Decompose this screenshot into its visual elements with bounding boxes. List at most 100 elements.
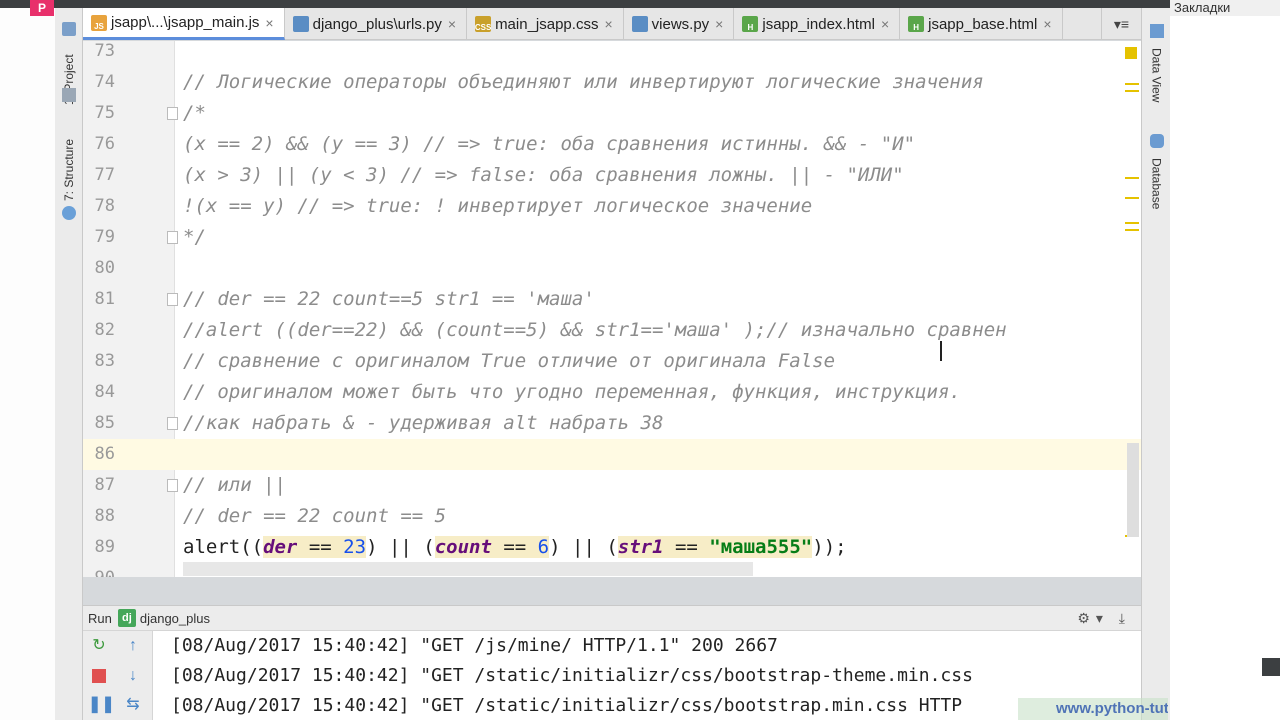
right-tool-stripe: Data View Database <box>1141 8 1170 720</box>
structure-tool-button[interactable]: 7: Structure <box>55 130 83 210</box>
line-number: 79 <box>94 227 115 247</box>
code-line[interactable]: 87 // или || <box>83 470 1141 501</box>
python-file-icon <box>631 16 648 32</box>
line-number: 81 <box>94 289 115 309</box>
tab-label: jsapp_index.html <box>762 15 875 33</box>
tabs-overflow-icon[interactable]: ▾≡ <box>1101 8 1141 40</box>
settings-icon[interactable]: ⚙▾ ⤓ <box>1077 610 1131 627</box>
code-line[interactable]: 80 <box>83 253 1141 284</box>
line-number: 87 <box>94 475 115 495</box>
line-number: 74 <box>94 72 115 92</box>
fold-marker-icon[interactable] <box>167 293 178 306</box>
fold-marker-icon[interactable] <box>167 107 178 120</box>
code-line[interactable]: 83 // сравнение с оригиналом True отличие… <box>83 346 1141 377</box>
code-token: == <box>491 536 538 558</box>
project-icon[interactable] <box>62 22 76 36</box>
tab-label: jsapp\...\jsapp_main.js <box>111 14 260 31</box>
warning-marker[interactable] <box>1125 197 1139 199</box>
bookmarks-label[interactable]: Закладки <box>1170 0 1280 16</box>
code-token: count <box>434 536 492 558</box>
line-number: 76 <box>94 134 115 154</box>
code-line[interactable]: 81 // der == 22 count==5 str1 == 'маша' <box>83 284 1141 315</box>
project-tool-button[interactable]: 1: Project <box>55 40 83 120</box>
code-text: // Логические операторы объединяют или и… <box>183 71 984 93</box>
rerun-icon[interactable]: ↻ <box>88 635 110 657</box>
tab-main-css[interactable]: CSS main_jsapp.css × <box>467 8 624 40</box>
line-number: 73 <box>94 41 115 61</box>
code-line[interactable]: 79 */ <box>83 222 1141 253</box>
tab-index-html[interactable]: H jsapp_index.html × <box>734 8 901 40</box>
tab-urls[interactable]: django_plus\urls.py × <box>285 8 468 40</box>
fold-marker-icon[interactable] <box>167 231 178 244</box>
stop-icon[interactable] <box>88 665 110 687</box>
close-icon[interactable]: × <box>604 16 612 32</box>
code-text: !(x == y) // => true: ! инвертирует логи… <box>183 195 813 217</box>
pause-icon[interactable]: ❚❚ <box>88 694 115 716</box>
warning-marker[interactable] <box>1125 90 1139 92</box>
line-number: 84 <box>94 382 115 402</box>
close-icon[interactable]: × <box>715 16 723 32</box>
window-corner <box>1262 658 1280 676</box>
django-icon: dj <box>117 609 136 627</box>
close-icon[interactable]: × <box>881 16 889 32</box>
code-text: //как набрать & - удерживая alt набрать … <box>183 412 664 434</box>
python-file-icon <box>292 16 309 32</box>
fold-marker-icon[interactable] <box>167 479 178 492</box>
tab-base-html[interactable]: H jsapp_base.html × <box>900 8 1063 40</box>
close-icon[interactable]: × <box>448 16 456 32</box>
code-line[interactable]: 82 //alert ((der==22) && (count==5) && st… <box>83 315 1141 346</box>
code-line[interactable]: 89 alert((der == 23) || (count == 6) || (… <box>83 532 1141 563</box>
data-view-tool-button[interactable]: Data View <box>1142 42 1171 108</box>
code-line[interactable]: 85 //как набрать & - удерживая alt набрат… <box>83 408 1141 439</box>
code-line[interactable]: 78 !(x == y) // => true: ! инвертирует ло… <box>83 191 1141 222</box>
code-token: str1 <box>617 536 664 558</box>
line-number: 90 <box>89 563 115 577</box>
warning-marker[interactable] <box>1125 83 1139 85</box>
code-line[interactable]: 88 // der == 22 count == 5 <box>83 501 1141 532</box>
database-tool-button[interactable]: Database <box>1142 154 1171 214</box>
code-text: // оригиналом может быть что угодно пере… <box>183 381 961 403</box>
code-line[interactable]: 84 // оригиналом может быть что угодно пе… <box>83 377 1141 408</box>
code-text: // или || <box>183 474 286 496</box>
tab-label: django_plus\urls.py <box>312 15 442 33</box>
scroll-down-icon[interactable]: ↓ <box>122 665 144 687</box>
close-icon[interactable]: × <box>265 15 273 31</box>
folder-icon <box>62 88 76 102</box>
vertical-scrollbar[interactable] <box>1127 443 1139 537</box>
code-line[interactable]: 75 /* <box>83 98 1141 129</box>
console-line: [08/Aug/2017 15:40:42] "GET /static/init… <box>171 665 973 686</box>
code-text: /* <box>183 102 206 124</box>
run-console[interactable]: [08/Aug/2017 15:40:42] "GET /js/mine/ HT… <box>153 631 1141 720</box>
code-line[interactable]: 74 // Логические операторы объединяют или… <box>83 67 1141 98</box>
code-token: == <box>297 536 344 558</box>
soft-wrap-icon[interactable]: ⇆ <box>122 694 144 716</box>
code-line[interactable]: 73 <box>83 41 1141 67</box>
run-config-name[interactable]: django_plus <box>140 611 210 626</box>
warning-marker[interactable] <box>1125 177 1139 179</box>
warning-marker[interactable] <box>1125 222 1139 224</box>
close-icon[interactable]: × <box>1043 16 1051 32</box>
code-token: 23 <box>343 536 367 558</box>
js-file-icon: JS <box>91 14 107 31</box>
tab-jsapp-main[interactable]: JS jsapp\...\jsapp_main.js × <box>83 8 285 40</box>
fold-marker-icon[interactable] <box>167 417 178 430</box>
html-file-icon: H <box>742 16 759 32</box>
line-number: 85 <box>94 413 115 433</box>
code-editor[interactable]: 73 74 // Логические операторы объединяют и… <box>83 41 1141 577</box>
code-line[interactable]: 86 <box>83 439 1141 470</box>
horizontal-scrollbar[interactable] <box>183 562 753 576</box>
code-line[interactable]: 76 (x == 2) && (y == 3) // => true: оба с… <box>83 129 1141 160</box>
title-bar <box>0 0 1170 8</box>
database-icon <box>1150 134 1164 148</box>
line-number: 82 <box>94 320 115 340</box>
code-token: alert(( <box>183 536 264 558</box>
code-line[interactable]: 77 (x > 3) || (y < 3) // => false: оба ср… <box>83 160 1141 191</box>
watermark: www.python-tut.ru <box>1018 698 1168 720</box>
editor-tabs: JS jsapp\...\jsapp_main.js × django_plus… <box>83 8 1141 40</box>
tab-views[interactable]: views.py × <box>624 8 735 40</box>
code-text: alert((der == 23) || (count == 6) || (st… <box>183 532 847 563</box>
code-token: 6 <box>537 536 550 558</box>
scroll-up-icon[interactable]: ↑ <box>122 635 144 657</box>
warning-marker[interactable] <box>1125 47 1137 59</box>
warning-marker[interactable] <box>1125 229 1139 231</box>
